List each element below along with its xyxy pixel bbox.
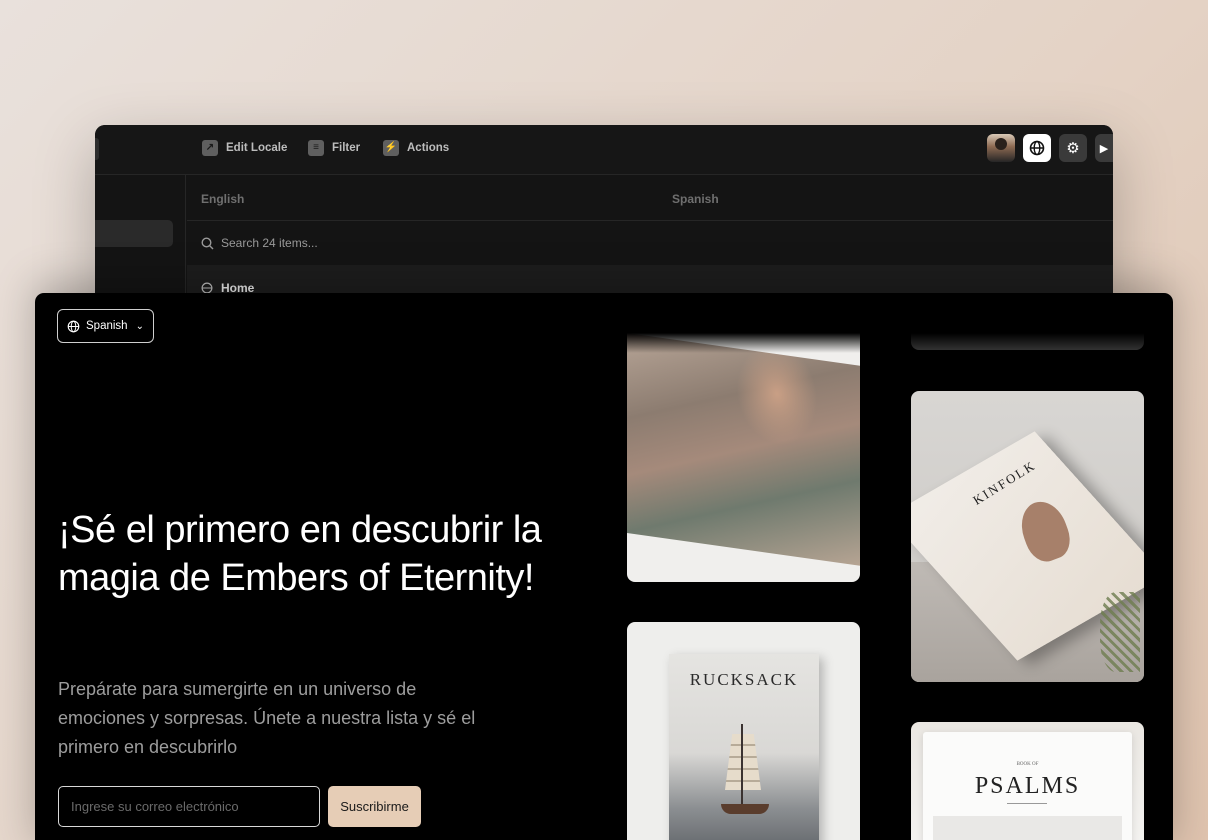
- preview-button[interactable]: ▶: [1095, 134, 1113, 162]
- globe-button[interactable]: [1023, 134, 1051, 162]
- psalms-panel: [933, 816, 1122, 840]
- play-icon: ▶: [1099, 142, 1109, 155]
- psalms-subtitle: BOOK OF: [1016, 762, 1039, 767]
- actions-button[interactable]: ⚡ Actions: [383, 139, 449, 157]
- fern-leaf: [1100, 592, 1140, 672]
- subscribe-button[interactable]: Suscribirme: [328, 786, 421, 827]
- image-fade: [627, 333, 860, 353]
- edit-locale-button[interactable]: ↗ Edit Locale: [202, 139, 287, 157]
- search-placeholder: Search 24 items...: [221, 236, 318, 250]
- column-header-english: English: [201, 192, 245, 206]
- painting-cover: [627, 333, 860, 566]
- header-divider: [187, 220, 1113, 221]
- actions-icon: ⚡: [383, 140, 399, 156]
- column-header-spanish: Spanish: [672, 192, 719, 206]
- ship-hull: [721, 804, 769, 814]
- filter-label: Filter: [332, 142, 361, 154]
- gallery-image-painting-book: [627, 333, 860, 582]
- gallery-image-cropped: [911, 333, 1144, 350]
- language-select-value: Spanish: [86, 320, 128, 332]
- globe-icon: [67, 320, 80, 332]
- settings-icon: ⚙: [1066, 140, 1080, 157]
- avatar[interactable]: [987, 134, 1015, 162]
- chevron-down-icon: ⌄: [135, 320, 144, 332]
- cms-toolbar: ↗ Edit Locale ≡ Filter ⚡ Actions ⚙ ▶: [95, 125, 1113, 175]
- sidebar-item-selected[interactable]: [95, 220, 173, 247]
- ship-mast: [741, 724, 743, 804]
- gallery-image-kinfolk: KINFOLK: [911, 391, 1144, 682]
- settings-button[interactable]: ⚙: [1059, 134, 1087, 162]
- landing-window: Spanish ⌄ ¡Sé el primero en descubrir la…: [35, 293, 1173, 840]
- rucksack-book: RUCKSACK: [669, 654, 819, 840]
- hero-headline: ¡Sé el primero en descubrir la magia de …: [58, 509, 542, 599]
- search-input[interactable]: Search 24 items...: [201, 236, 318, 250]
- gallery-image-psalms: BOOK OF PSALMS: [911, 722, 1144, 840]
- actions-label: Actions: [407, 142, 450, 154]
- hero-subtext: Prepárate para sumergirte en un universo…: [58, 679, 476, 757]
- edit-locale-label: Edit Locale: [226, 142, 288, 154]
- rucksack-title: RUCKSACK: [689, 670, 799, 689]
- psalms-rule: [1007, 803, 1047, 804]
- ship-sails: [725, 734, 761, 790]
- language-select[interactable]: Spanish ⌄: [57, 309, 154, 343]
- edit-locale-icon: ↗: [202, 140, 218, 156]
- filter-icon: ≡: [308, 140, 324, 156]
- filter-button[interactable]: ≡ Filter: [308, 139, 360, 157]
- email-input[interactable]: [58, 786, 320, 827]
- psalms-title: PSALMS: [974, 773, 1081, 799]
- gallery-image-rucksack: RUCKSACK: [627, 622, 860, 840]
- globe-icon: [1029, 140, 1045, 156]
- search-icon: [201, 236, 214, 249]
- toolbar-stub[interactable]: [95, 138, 99, 160]
- toolbar-right-group: ⚙ ▶: [987, 134, 1113, 162]
- psalms-book: BOOK OF PSALMS: [923, 732, 1132, 840]
